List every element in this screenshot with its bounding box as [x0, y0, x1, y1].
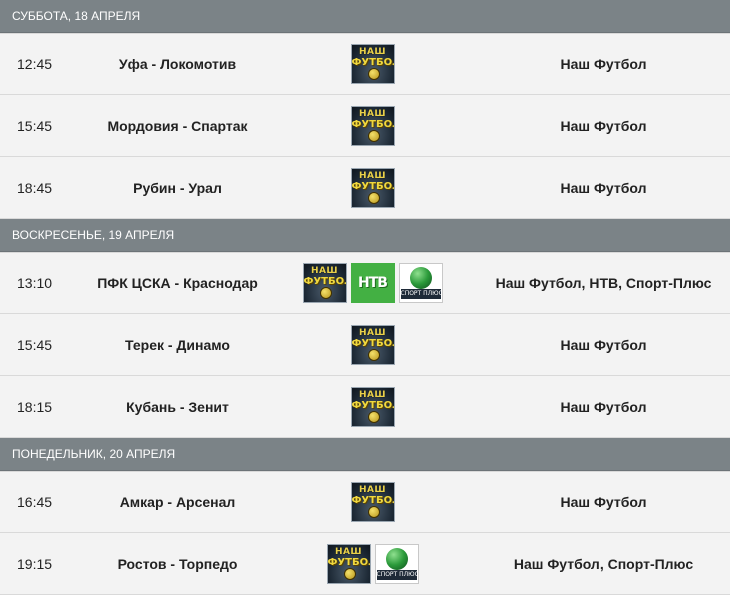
match-row[interactable]: 16:45 Амкар - Арсенал НАШ ФУТБОЛ Наш Фут… [0, 471, 730, 533]
football-icon [367, 410, 380, 423]
globe-icon [409, 267, 432, 289]
match-time: 12:45 [17, 56, 53, 72]
match-channels: Наш Футбол [560, 336, 647, 353]
football-icon [343, 567, 356, 580]
day-header-monday: ПОНЕДЕЛЬНИК, 20 АПРЕЛЯ [0, 438, 730, 471]
day-header-sunday: ВОСКРЕСЕНЬЕ, 19 АПРЕЛЯ [0, 219, 730, 252]
nash-futbol-logo: НАШ ФУТБОЛ [350, 482, 395, 522]
nash-futbol-logo: НАШ ФУТБОЛ [350, 324, 395, 365]
sport-plus-logo: СПОРТ ПЛЮС [374, 543, 419, 584]
channel-logos: НАШ ФУТБОЛ [260, 386, 485, 427]
tv-schedule: СУББОТА, 18 АПРЕЛЯ 12:45 Уфа - Локомотив… [0, 0, 730, 595]
match-time: 15:45 [17, 336, 53, 353]
match-time: 16:45 [17, 494, 53, 510]
football-icon [367, 129, 380, 142]
match-row[interactable]: 13:10 ПФК ЦСКА - Краснодар НАШ ФУТБОЛ НТ… [0, 252, 730, 314]
match-time: 13:10 [17, 275, 53, 291]
channel-logos: НАШ ФУТБОЛ [260, 482, 485, 522]
match-teams[interactable]: Уфа - Локомотив [95, 56, 260, 72]
match-time: 19:15 [17, 555, 53, 572]
match-time: 18:45 [17, 179, 53, 196]
nash-futbol-logo: НАШ ФУТБОЛ [350, 386, 395, 427]
match-row[interactable]: 18:15 Кубань - Зенит НАШ ФУТБОЛ Наш Футб… [0, 376, 730, 438]
football-icon [367, 191, 380, 204]
channel-logos: НАШ ФУТБОЛ [260, 44, 485, 84]
nash-futbol-logo: НАШ ФУТБОЛ [350, 44, 395, 84]
match-channels: Наш Футбол [560, 117, 647, 134]
sport-plus-logo: СПОРТ ПЛЮС [398, 263, 443, 303]
channel-logos: НАШ ФУТБОЛ [260, 324, 485, 365]
match-channels: Наш Футбол [560, 398, 647, 415]
match-teams[interactable]: Рубин - Урал [95, 180, 260, 196]
match-teams[interactable]: Мордовия - Спартак [95, 118, 260, 134]
football-icon [367, 506, 380, 518]
channel-logos: НАШ ФУТБОЛ [260, 167, 485, 208]
nash-futbol-logo: НАШ ФУТБОЛ [326, 543, 371, 584]
match-channels: Наш Футбол, Спорт-Плюс [513, 555, 694, 572]
match-teams[interactable]: Кубань - Зенит [95, 399, 260, 415]
match-channels: Наш Футбол [560, 494, 647, 510]
match-teams[interactable]: Ростов - Торпедо [95, 556, 260, 572]
channel-logos: НАШ ФУТБОЛ СПОРТ ПЛЮС [260, 543, 485, 584]
match-teams[interactable]: ПФК ЦСКА - Краснодар [95, 275, 260, 291]
match-teams[interactable]: Амкар - Арсенал [95, 494, 260, 510]
ntv-logo: НТВ [350, 263, 395, 303]
channel-logos: НАШ ФУТБОЛ НТВ СПОРТ ПЛЮС [260, 263, 485, 303]
football-icon [367, 68, 380, 80]
match-channels: Наш Футбол, НТВ, Спорт-Плюс [495, 275, 712, 291]
nash-futbol-logo: НАШ ФУТБОЛ [302, 263, 347, 303]
football-icon [319, 287, 332, 299]
match-time: 18:15 [17, 398, 53, 415]
nash-futbol-logo: НАШ ФУТБОЛ [350, 167, 395, 208]
football-icon [367, 348, 380, 361]
match-row[interactable]: 15:45 Мордовия - Спартак НАШ ФУТБОЛ Наш … [0, 95, 730, 157]
nash-futbol-logo: НАШ ФУТБОЛ [350, 105, 395, 146]
day-header-saturday: СУББОТА, 18 АПРЕЛЯ [0, 0, 730, 33]
match-row[interactable]: 15:45 Терек - Динамо НАШ ФУТБОЛ Наш Футб… [0, 314, 730, 376]
match-channels: Наш Футбол [560, 56, 647, 72]
globe-icon [385, 547, 408, 570]
match-row[interactable]: 12:45 Уфа - Локомотив НАШ ФУТБОЛ Наш Фут… [0, 33, 730, 95]
match-channels: Наш Футбол [560, 179, 647, 196]
match-time: 15:45 [17, 117, 53, 134]
match-teams[interactable]: Терек - Динамо [95, 337, 260, 353]
match-row[interactable]: 18:45 Рубин - Урал НАШ ФУТБОЛ Наш Футбол [0, 157, 730, 219]
channel-logos: НАШ ФУТБОЛ [260, 105, 485, 146]
match-row[interactable]: 19:15 Ростов - Торпедо НАШ ФУТБОЛ СПОРТ … [0, 533, 730, 595]
